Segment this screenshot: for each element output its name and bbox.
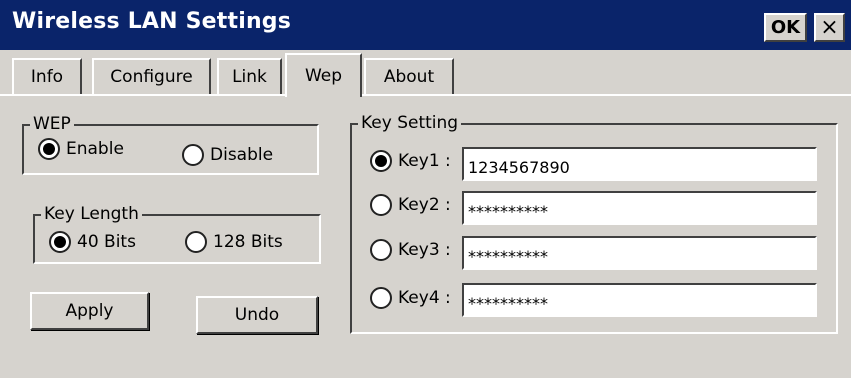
wep-disable-option[interactable]: Disable bbox=[182, 144, 273, 166]
key-length-40-label: 40 Bits bbox=[77, 232, 136, 252]
wep-disable-label: Disable bbox=[210, 145, 274, 165]
key-length-40-option[interactable]: 40 Bits bbox=[49, 231, 136, 253]
undo-button[interactable]: Undo bbox=[196, 296, 318, 334]
radio-selected-icon[interactable] bbox=[49, 231, 71, 253]
wep-group: WEP Enable Disable bbox=[22, 114, 319, 175]
apply-button[interactable]: Apply bbox=[30, 292, 149, 330]
key-setting-legend: Key Setting bbox=[358, 113, 462, 133]
key-length-128-label: 128 Bits bbox=[213, 232, 283, 252]
window-title: Wireless LAN Settings bbox=[12, 9, 292, 34]
wep-enable-option[interactable]: Enable bbox=[38, 138, 124, 160]
radio-selected-icon[interactable] bbox=[370, 150, 392, 172]
title-bar: Wireless LAN Settings OK × bbox=[0, 0, 851, 50]
radio-selected-icon[interactable] bbox=[38, 138, 60, 160]
key4-option[interactable]: Key4 : bbox=[370, 287, 451, 309]
key3-option[interactable]: Key3 : bbox=[370, 239, 451, 261]
key4-label: Key4 : bbox=[398, 288, 451, 308]
wep-enable-label: Enable bbox=[66, 139, 124, 159]
tab-link[interactable]: Link bbox=[217, 58, 282, 94]
key3-label: Key3 : bbox=[398, 240, 451, 260]
close-button[interactable]: × bbox=[814, 13, 845, 42]
key2-field[interactable] bbox=[462, 191, 817, 225]
key2-option[interactable]: Key2 : bbox=[370, 194, 451, 216]
key4-field[interactable] bbox=[462, 283, 817, 317]
radio-unselected-icon[interactable] bbox=[370, 287, 392, 309]
radio-unselected-icon[interactable] bbox=[370, 239, 392, 261]
key1-field[interactable] bbox=[462, 147, 817, 181]
key3-field[interactable] bbox=[462, 236, 817, 270]
tab-about[interactable]: About bbox=[364, 58, 454, 94]
key-length-128-option[interactable]: 128 Bits bbox=[185, 231, 283, 253]
key2-label: Key2 : bbox=[398, 195, 451, 215]
tab-strip: Info Configure Link Wep About bbox=[0, 52, 851, 97]
radio-unselected-icon[interactable] bbox=[185, 231, 207, 253]
key1-label: Key1 : bbox=[398, 151, 451, 171]
key-length-legend: Key Length bbox=[41, 204, 142, 224]
key1-option[interactable]: Key1 : bbox=[370, 150, 451, 172]
tab-configure[interactable]: Configure bbox=[92, 58, 211, 94]
key-length-group: Key Length 40 Bits 128 Bits bbox=[33, 204, 321, 264]
radio-unselected-icon[interactable] bbox=[182, 144, 204, 166]
ok-button[interactable]: OK bbox=[764, 13, 807, 42]
radio-unselected-icon[interactable] bbox=[370, 194, 392, 216]
tab-info[interactable]: Info bbox=[12, 58, 82, 94]
wep-group-legend: WEP bbox=[30, 114, 74, 134]
tab-wep[interactable]: Wep bbox=[285, 53, 362, 97]
tab-divider bbox=[0, 94, 851, 96]
